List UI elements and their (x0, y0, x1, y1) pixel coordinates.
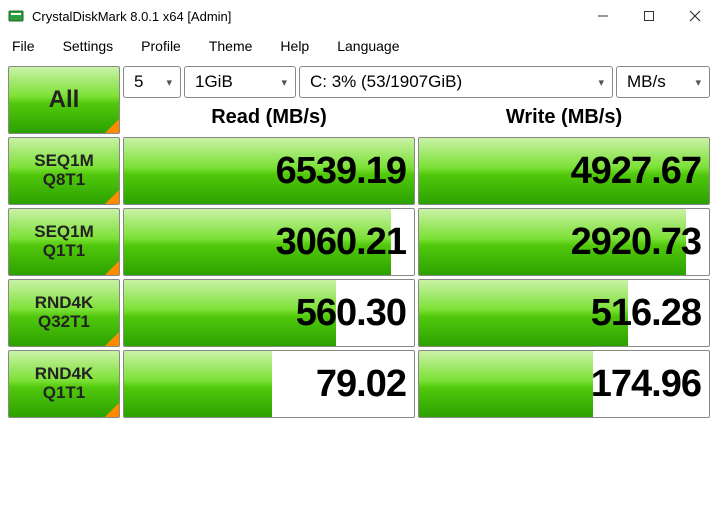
size-value: 1GiB (195, 72, 233, 92)
size-select[interactable]: 1GiB ▾ (184, 66, 296, 98)
corner-indicator-icon (105, 403, 119, 417)
close-button[interactable] (672, 0, 718, 32)
write-value-cell: 4927.67 (418, 137, 710, 205)
test-label-line2: Q1T1 (43, 384, 86, 403)
run-all-button[interactable]: All (8, 66, 120, 134)
drive-select[interactable]: C: 3% (53/1907GiB) ▾ (299, 66, 613, 98)
run-test-button[interactable]: RND4K Q32T1 (8, 279, 120, 347)
test-row: RND4K Q32T1 560.30 516.28 (8, 279, 710, 347)
test-label-line2: Q8T1 (43, 171, 86, 190)
unit-value: MB/s (627, 72, 666, 92)
corner-indicator-icon (105, 332, 119, 346)
read-value: 79.02 (316, 363, 406, 406)
write-header: Write (MB/s) (418, 106, 710, 129)
write-value-cell: 516.28 (418, 279, 710, 347)
content: All 5 ▾ 1GiB ▾ C: 3% (53/1907GiB) ▾ MB/s (0, 64, 718, 429)
test-row: SEQ1M Q8T1 6539.19 4927.67 (8, 137, 710, 205)
menu-settings[interactable]: Settings (59, 36, 128, 56)
write-value-cell: 174.96 (418, 350, 710, 418)
maximize-button[interactable] (626, 0, 672, 32)
run-all-label: All (49, 87, 80, 113)
test-label-line1: SEQ1M (34, 223, 94, 242)
write-bar (419, 351, 593, 417)
app-icon (8, 8, 24, 24)
test-label-line2: Q1T1 (43, 242, 86, 261)
runs-value: 5 (134, 72, 143, 92)
read-value: 6539.19 (276, 150, 406, 193)
chevron-down-icon: ▾ (166, 76, 172, 89)
titlebar: CrystalDiskMark 8.0.1 x64 [Admin] (0, 0, 718, 32)
test-label-line1: SEQ1M (34, 152, 94, 171)
menu-help[interactable]: Help (276, 36, 323, 56)
read-value-cell: 560.30 (123, 279, 415, 347)
corner-indicator-icon (105, 119, 119, 133)
test-label-line1: RND4K (35, 365, 94, 384)
corner-indicator-icon (105, 190, 119, 204)
chevron-down-icon: ▾ (695, 76, 701, 89)
test-row: SEQ1M Q1T1 3060.21 2920.73 (8, 208, 710, 276)
read-header: Read (MB/s) (123, 106, 415, 129)
read-value-cell: 6539.19 (123, 137, 415, 205)
menu-file[interactable]: File (8, 36, 49, 56)
read-value-cell: 79.02 (123, 350, 415, 418)
write-value: 174.96 (591, 363, 701, 406)
test-label-line2: Q32T1 (38, 313, 90, 332)
run-test-button[interactable]: SEQ1M Q8T1 (8, 137, 120, 205)
menu-language[interactable]: Language (333, 36, 413, 56)
window-title: CrystalDiskMark 8.0.1 x64 [Admin] (32, 9, 231, 24)
unit-select[interactable]: MB/s ▾ (616, 66, 710, 98)
write-value: 4927.67 (571, 150, 701, 193)
test-label-line1: RND4K (35, 294, 94, 313)
run-test-button[interactable]: RND4K Q1T1 (8, 350, 120, 418)
runs-select[interactable]: 5 ▾ (123, 66, 181, 98)
write-value: 2920.73 (571, 221, 701, 264)
write-value-cell: 2920.73 (418, 208, 710, 276)
read-bar (124, 351, 272, 417)
corner-indicator-icon (105, 261, 119, 275)
read-value: 3060.21 (276, 221, 406, 264)
menu-profile[interactable]: Profile (137, 36, 195, 56)
menubar: File Settings Profile Theme Help Languag… (0, 32, 718, 64)
drive-value: C: 3% (53/1907GiB) (310, 72, 462, 92)
menu-theme[interactable]: Theme (205, 36, 267, 56)
read-value-cell: 3060.21 (123, 208, 415, 276)
read-value: 560.30 (296, 292, 406, 335)
write-value: 516.28 (591, 292, 701, 335)
chevron-down-icon: ▾ (598, 76, 604, 89)
chevron-down-icon: ▾ (281, 76, 287, 89)
run-test-button[interactable]: SEQ1M Q1T1 (8, 208, 120, 276)
test-row: RND4K Q1T1 79.02 174.96 (8, 350, 710, 418)
minimize-button[interactable] (580, 0, 626, 32)
